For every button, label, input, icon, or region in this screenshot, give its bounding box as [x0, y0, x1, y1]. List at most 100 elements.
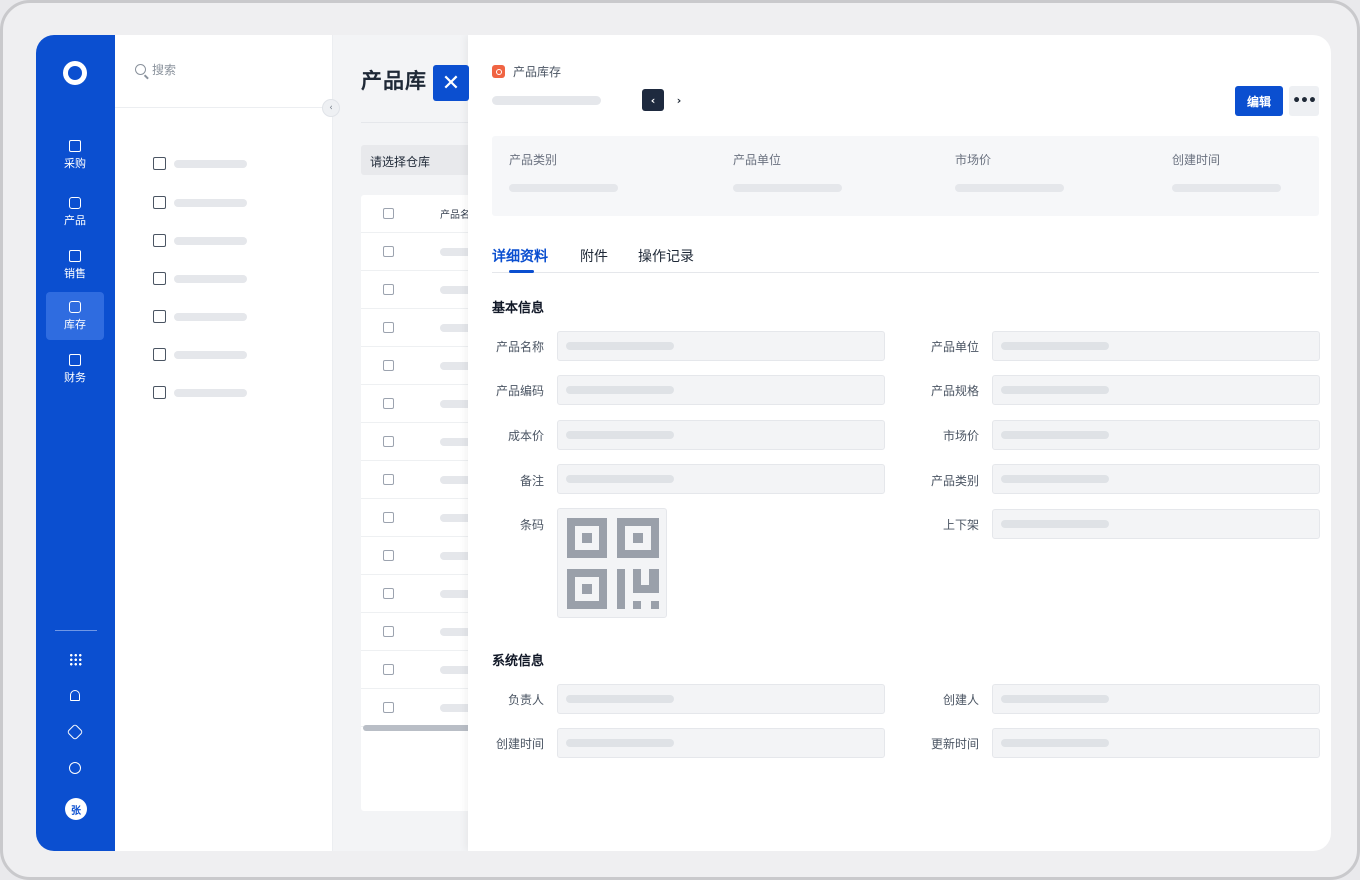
- table-row[interactable]: [361, 461, 481, 499]
- section-title-basic: 基本信息: [492, 301, 545, 316]
- product-spec-field[interactable]: [992, 375, 1320, 405]
- table-row[interactable]: [361, 423, 481, 461]
- row-checkbox[interactable]: [383, 284, 394, 295]
- chevron-left-icon: ‹: [329, 103, 333, 113]
- table-row[interactable]: [361, 271, 481, 309]
- summary-label: 产品单位: [733, 153, 782, 167]
- chevron-right-icon: ›: [676, 93, 682, 107]
- summary-value-placeholder: [733, 184, 842, 192]
- owner-field[interactable]: [557, 684, 885, 714]
- previous-record-button[interactable]: ‹: [642, 89, 664, 111]
- sidebar-item[interactable]: [153, 234, 247, 247]
- row-checkbox[interactable]: [383, 398, 394, 409]
- apps-grid-button[interactable]: [64, 648, 86, 670]
- horizontal-scrollbar[interactable]: [363, 725, 479, 731]
- table-row[interactable]: [361, 537, 481, 575]
- settings-button[interactable]: [64, 721, 86, 743]
- row-checkbox[interactable]: [383, 436, 394, 447]
- table-row[interactable]: [361, 499, 481, 537]
- product-unit-field[interactable]: [992, 331, 1320, 361]
- table-row[interactable]: [361, 233, 481, 271]
- field-label: 市场价: [942, 429, 979, 443]
- field-value-placeholder: [566, 431, 674, 439]
- table-row[interactable]: [361, 575, 481, 613]
- warehouse-select[interactable]: 请选择仓库: [361, 145, 481, 175]
- summary-panel: 产品类别 产品单位 市场价 创建时间: [492, 136, 1319, 216]
- nav-item-product[interactable]: 产品: [46, 188, 104, 236]
- sidebar-item-placeholder: [174, 159, 247, 168]
- collapse-sidebar-button[interactable]: ‹: [322, 99, 340, 117]
- notifications-button[interactable]: [64, 684, 86, 706]
- nav-item-inventory[interactable]: 库存: [46, 292, 104, 340]
- breadcrumb: 产品库存: [492, 63, 561, 80]
- category-field[interactable]: [992, 464, 1320, 494]
- market-price-field[interactable]: [992, 420, 1320, 450]
- table-row[interactable]: [361, 689, 481, 727]
- updated-time-field[interactable]: [992, 728, 1320, 758]
- row-checkbox[interactable]: [383, 588, 394, 599]
- shelf-status-field[interactable]: [992, 509, 1320, 539]
- row-checkbox[interactable]: [383, 550, 394, 561]
- note-field[interactable]: [557, 464, 885, 494]
- row-checkbox[interactable]: [383, 322, 394, 333]
- sidebar-item[interactable]: [153, 310, 247, 323]
- sidebar-item[interactable]: [153, 386, 247, 399]
- bag-icon: [69, 139, 81, 152]
- select-all-checkbox[interactable]: [383, 208, 394, 219]
- nav-item-purchase[interactable]: 采购: [46, 131, 104, 179]
- sidebar-divider: [115, 107, 333, 108]
- close-drawer-button[interactable]: ✕: [433, 65, 469, 101]
- nav-item-sales[interactable]: 销售: [46, 241, 104, 289]
- detail-tabs: 详细资料 附件 操作记录: [492, 243, 1319, 273]
- nav-item-label: 采购: [64, 156, 86, 170]
- table-row[interactable]: [361, 309, 481, 347]
- table-row[interactable]: [361, 651, 481, 689]
- sidebar-item[interactable]: [153, 157, 247, 170]
- row-checkbox[interactable]: [383, 512, 394, 523]
- nav-item-finance[interactable]: 财务: [46, 345, 104, 393]
- edit-button[interactable]: 编辑: [1235, 86, 1283, 116]
- title-divider: [361, 122, 481, 123]
- box-icon: [69, 196, 81, 209]
- search-icon: [135, 64, 146, 75]
- row-checkbox[interactable]: [383, 246, 394, 257]
- row-checkbox[interactable]: [383, 702, 394, 713]
- product-name-field[interactable]: [557, 331, 885, 361]
- field-label: 创建时间: [495, 737, 544, 751]
- created-time-field[interactable]: [557, 728, 885, 758]
- user-avatar[interactable]: 张: [65, 798, 87, 820]
- sidebar-item[interactable]: [153, 196, 247, 209]
- table-row[interactable]: [361, 613, 481, 651]
- sidebar-item-placeholder: [174, 312, 247, 321]
- sidebar-search[interactable]: 搜索: [135, 61, 176, 78]
- field-value-placeholder: [1001, 520, 1109, 528]
- secondary-sidebar: 搜索: [115, 35, 333, 851]
- field-value-placeholder: [1001, 431, 1109, 439]
- row-checkbox[interactable]: [383, 664, 394, 675]
- field-label: 产品类别: [930, 474, 979, 488]
- creator-field[interactable]: [992, 684, 1320, 714]
- sidebar-item-placeholder: [174, 274, 247, 283]
- field-label: 创建人: [942, 693, 979, 707]
- sidebar-item[interactable]: [153, 348, 247, 361]
- tab-details[interactable]: 详细资料: [492, 246, 548, 266]
- inventory-badge-icon: [492, 65, 505, 78]
- next-record-button[interactable]: ›: [669, 89, 689, 111]
- sidebar-item[interactable]: [153, 272, 247, 285]
- table-row[interactable]: [361, 347, 481, 385]
- cost-price-field[interactable]: [557, 420, 885, 450]
- row-checkbox[interactable]: [383, 360, 394, 371]
- more-actions-button[interactable]: •••: [1289, 86, 1319, 116]
- help-button[interactable]: [64, 757, 86, 779]
- tab-activity-log[interactable]: 操作记录: [638, 246, 694, 266]
- search-doc-icon: [153, 348, 166, 361]
- table-row[interactable]: [361, 385, 481, 423]
- row-checkbox[interactable]: [383, 626, 394, 637]
- row-checkbox[interactable]: [383, 474, 394, 485]
- sidebar-item-placeholder: [174, 350, 247, 359]
- product-code-field[interactable]: [557, 375, 885, 405]
- nav-item-label: 产品: [64, 213, 86, 227]
- help-icon: [69, 762, 81, 774]
- summary-value-placeholder: [955, 184, 1064, 192]
- tab-attachments[interactable]: 附件: [580, 246, 608, 266]
